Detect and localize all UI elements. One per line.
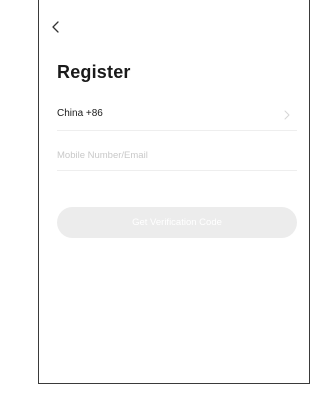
chevron-right-icon: [283, 110, 291, 120]
account-input[interactable]: [57, 146, 297, 164]
country-code-selector[interactable]: China +86: [57, 102, 297, 131]
get-verification-code-button[interactable]: Get Verification Code: [57, 207, 297, 238]
country-code-label: China +86: [57, 108, 103, 119]
phone-screen: Register China +86 Get Verification Code: [38, 0, 310, 384]
account-field-row: [57, 142, 297, 171]
back-button[interactable]: [49, 20, 63, 34]
chevron-left-icon: [52, 21, 59, 33]
page-title: Register: [57, 62, 131, 82]
